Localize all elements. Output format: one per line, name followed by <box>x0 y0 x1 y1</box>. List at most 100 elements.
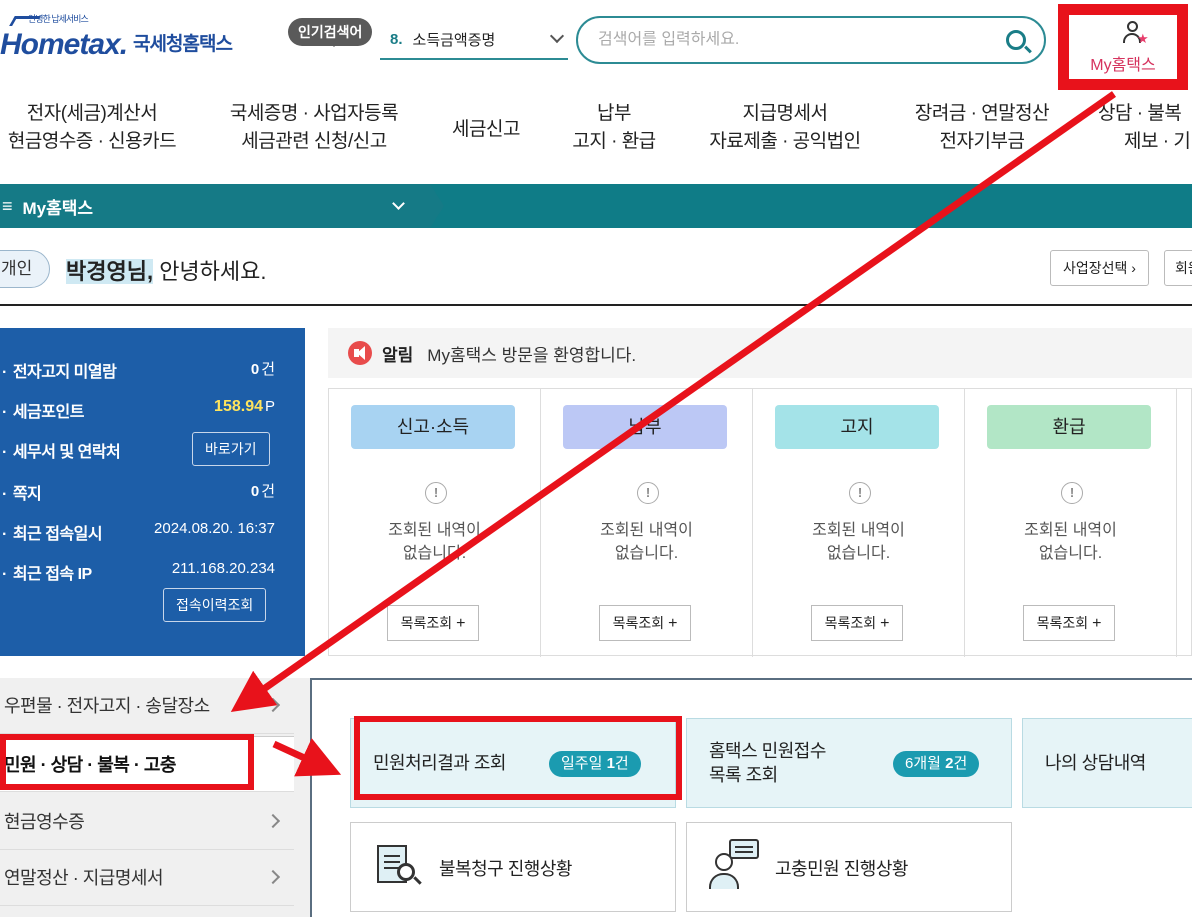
chevron-down-icon <box>549 28 565 44</box>
card-empty-message: 조회된 내역이 없습니다. <box>600 522 693 562</box>
tile-label: 불복청구 진행상황 <box>439 859 572 879</box>
tile-label: 고충민원 진행상황 <box>775 859 908 879</box>
info-label: 세금포인트 <box>2 398 85 422</box>
info-alert-icon: ! <box>425 482 447 504</box>
side-item-mail[interactable]: 우편물 · 전자고지 · 송달장소 <box>0 678 294 734</box>
info-value[interactable]: 0건 <box>251 358 275 379</box>
tile-label: 홈택스 민원접수 목록 조회 <box>709 741 826 785</box>
my-hometax-bar: ≡ My홈택스 <box>0 184 1192 228</box>
user-name: 박경영님, <box>66 259 154 284</box>
nav-item-certificate[interactable]: 국세증명 · 사업자등록 세금관련 신청/신고 <box>224 100 404 156</box>
info-label: 전자고지 미열람 <box>2 358 117 382</box>
side-item-label: 연말정산 · 지급명세서 <box>4 868 164 888</box>
office-shortcut-button[interactable]: 바로가기 <box>192 432 270 466</box>
nav-item-invoice[interactable]: 전자(세금)계산서 현금영수증 · 신용카드 <box>4 100 180 156</box>
login-history-button[interactable]: 접속이력조회 <box>163 588 267 622</box>
card-title: 신고·소득 <box>351 405 515 449</box>
info-value[interactable]: 0건 <box>251 480 275 501</box>
card-payment: 납부 ! 조회된 내역이 없습니다. 목록조회 + <box>541 389 753 657</box>
card-report: 신고·소득 ! 조회된 내역이 없습니다. 목록조회 + <box>329 389 541 657</box>
nav-item-incentive[interactable]: 장려금 · 연말정산 전자기부금 <box>908 100 1056 156</box>
info-alert-icon: ! <box>849 482 871 504</box>
nav-line: 현금영수증 · 신용카드 <box>7 131 177 152</box>
nav-line: 세금관련 신청/신고 <box>241 131 387 152</box>
side-item-receipt[interactable]: 현금영수증 <box>0 794 294 850</box>
card-refund: 환급 ! 조회된 내역이 없습니다. 목록조회 + <box>965 389 1177 657</box>
header: 안녕한 납세서비스 Hometax. 국세청홈택스 인기검색어 8. 소득금액증… <box>0 0 1192 90</box>
hometax-logo[interactable]: 안녕한 납세서비스 Hometax. 국세청홈택스 <box>0 14 233 62</box>
megaphone-icon <box>348 341 372 365</box>
tile-label: 나의 상담내역 <box>1045 753 1146 773</box>
member-info-button[interactable]: 회원 <box>1164 250 1192 286</box>
nav-line: 고지 · 환급 <box>572 131 656 152</box>
document-search-icon <box>373 841 422 889</box>
notice-message: My홈택스 방문을 환영합니다. <box>427 345 637 365</box>
chevron-right-icon <box>265 813 281 829</box>
side-item-petition[interactable]: 민원 · 상담 · 불복 · 고충 <box>0 736 294 792</box>
card-list-button[interactable]: 목록조회 + <box>811 605 903 641</box>
card-title: 고지 <box>775 405 939 449</box>
card-list-button[interactable]: 목록조회 + <box>1023 605 1115 641</box>
popular-rank: 8. <box>390 30 403 48</box>
logo-wordmark: 안녕한 납세서비스 Hometax. <box>0 14 128 62</box>
info-label: 최근 접속 IP <box>2 560 92 584</box>
info-value[interactable]: 158.94 P <box>214 398 275 416</box>
card-list-button[interactable]: 목록조회 + <box>387 605 479 641</box>
info-points: 세금포인트 158.94P <box>0 394 305 424</box>
info-alert-icon: ! <box>1061 482 1083 504</box>
nav-item-payment[interactable]: 납부 고지 · 환급 <box>566 100 662 156</box>
greeting-row: 개인 박경영님, 안녕하세요. 사업장선택 › 회원 <box>0 248 1192 306</box>
user-type-badge: 개인 <box>0 250 50 288</box>
side-item-year-end[interactable]: 연말정산 · 지급명세서 <box>0 850 294 906</box>
nav-item-tax-report[interactable]: 세금신고 <box>440 116 532 144</box>
my-hometax-button[interactable]: ★ My홈택스 <box>1062 8 1184 86</box>
side-menu: 우편물 · 전자고지 · 송달장소 민원 · 상담 · 불복 · 고충 현금영수… <box>0 678 310 917</box>
consultant-chat-icon <box>709 839 761 891</box>
nav-item-statement[interactable]: 지급명세서 자료제출 · 공익법인 <box>704 100 866 156</box>
my-hometax-label: My홈택스 <box>1090 57 1156 74</box>
greeting-message: 안녕하세요. <box>153 259 267 284</box>
consult-history-tile[interactable]: 나의 상담내역 <box>1022 718 1192 808</box>
nav-line: 지급명세서 <box>742 103 828 124</box>
grievance-status-tile[interactable]: 고충민원 진행상황 <box>686 822 1012 912</box>
petition-result-tile[interactable]: 민원처리결과 조회 일주일 1건 <box>350 718 676 808</box>
nav-line: 자료제출 · 공익법인 <box>709 131 861 152</box>
logo-korean: 국세청홈택스 <box>133 34 233 55</box>
search-box <box>576 16 1046 64</box>
greeting-text: 박경영님, 안녕하세요. <box>66 254 267 286</box>
nav-line: 장려금 · 연말정산 <box>914 103 1050 124</box>
menu-icon: ≡ <box>2 195 13 216</box>
chevron-right-icon <box>265 697 281 713</box>
info-last-login: 최근 접속일시 2024.08.20. 16:37 <box>0 516 305 546</box>
main-nav: 전자(세금)계산서 현금영수증 · 신용카드 국세증명 · 사업자등록 세금관련… <box>0 100 1192 170</box>
info-memo: 쪽지 0건 <box>0 476 305 506</box>
search-input[interactable] <box>598 31 1044 49</box>
logo-text: Hometax. <box>0 28 128 61</box>
card-list-button[interactable]: 목록조회 + <box>599 605 691 641</box>
info-value: 211.168.20.234 <box>171 560 275 577</box>
business-select-button[interactable]: 사업장선택 › <box>1050 250 1149 286</box>
info-unread: 전자고지 미열람 0건 <box>0 354 305 384</box>
info-label: 세무서 및 연락처 <box>2 438 121 462</box>
nav-line: 제보 · 기 <box>1124 131 1191 152</box>
search-icon[interactable] <box>1006 30 1026 50</box>
count-badge: 일주일 1건 <box>549 751 641 777</box>
chevron-down-icon <box>392 197 405 210</box>
petition-receipt-tile[interactable]: 홈택스 민원접수 목록 조회 6개월 2건 <box>686 718 1012 808</box>
my-hometax-bar-title: My홈택스 <box>22 198 94 218</box>
appeal-status-tile[interactable]: 불복청구 진행상황 <box>350 822 676 912</box>
info-alert-icon: ! <box>637 482 659 504</box>
card-notice: 고지 ! 조회된 내역이 없습니다. 목록조회 + <box>753 389 965 657</box>
nav-line: 납부 <box>597 103 631 124</box>
my-hometax-dropdown[interactable]: ≡ My홈택스 <box>0 184 444 228</box>
popular-search-select[interactable]: 8. 소득금액증명 <box>380 20 568 60</box>
nav-line: 전자기부금 <box>939 131 1025 152</box>
info-label: 쪽지 <box>2 480 42 504</box>
user-info-panel: 전자고지 미열람 0건 세금포인트 158.94P 세무서 및 연락처 바로가기… <box>0 328 305 656</box>
info-value: 2024.08.20. 16:37 <box>154 520 275 537</box>
nav-item-consult[interactable]: 상담 · 불복 제보 · 기 <box>1098 100 1192 156</box>
side-item-label: 우편물 · 전자고지 · 송달장소 <box>4 696 210 716</box>
notice-title: 알림 <box>382 345 414 365</box>
petition-content-panel: 민원처리결과 조회 일주일 1건 홈택스 민원접수 목록 조회 6개월 2건 나의… <box>310 678 1192 917</box>
card-title: 납부 <box>563 405 727 449</box>
